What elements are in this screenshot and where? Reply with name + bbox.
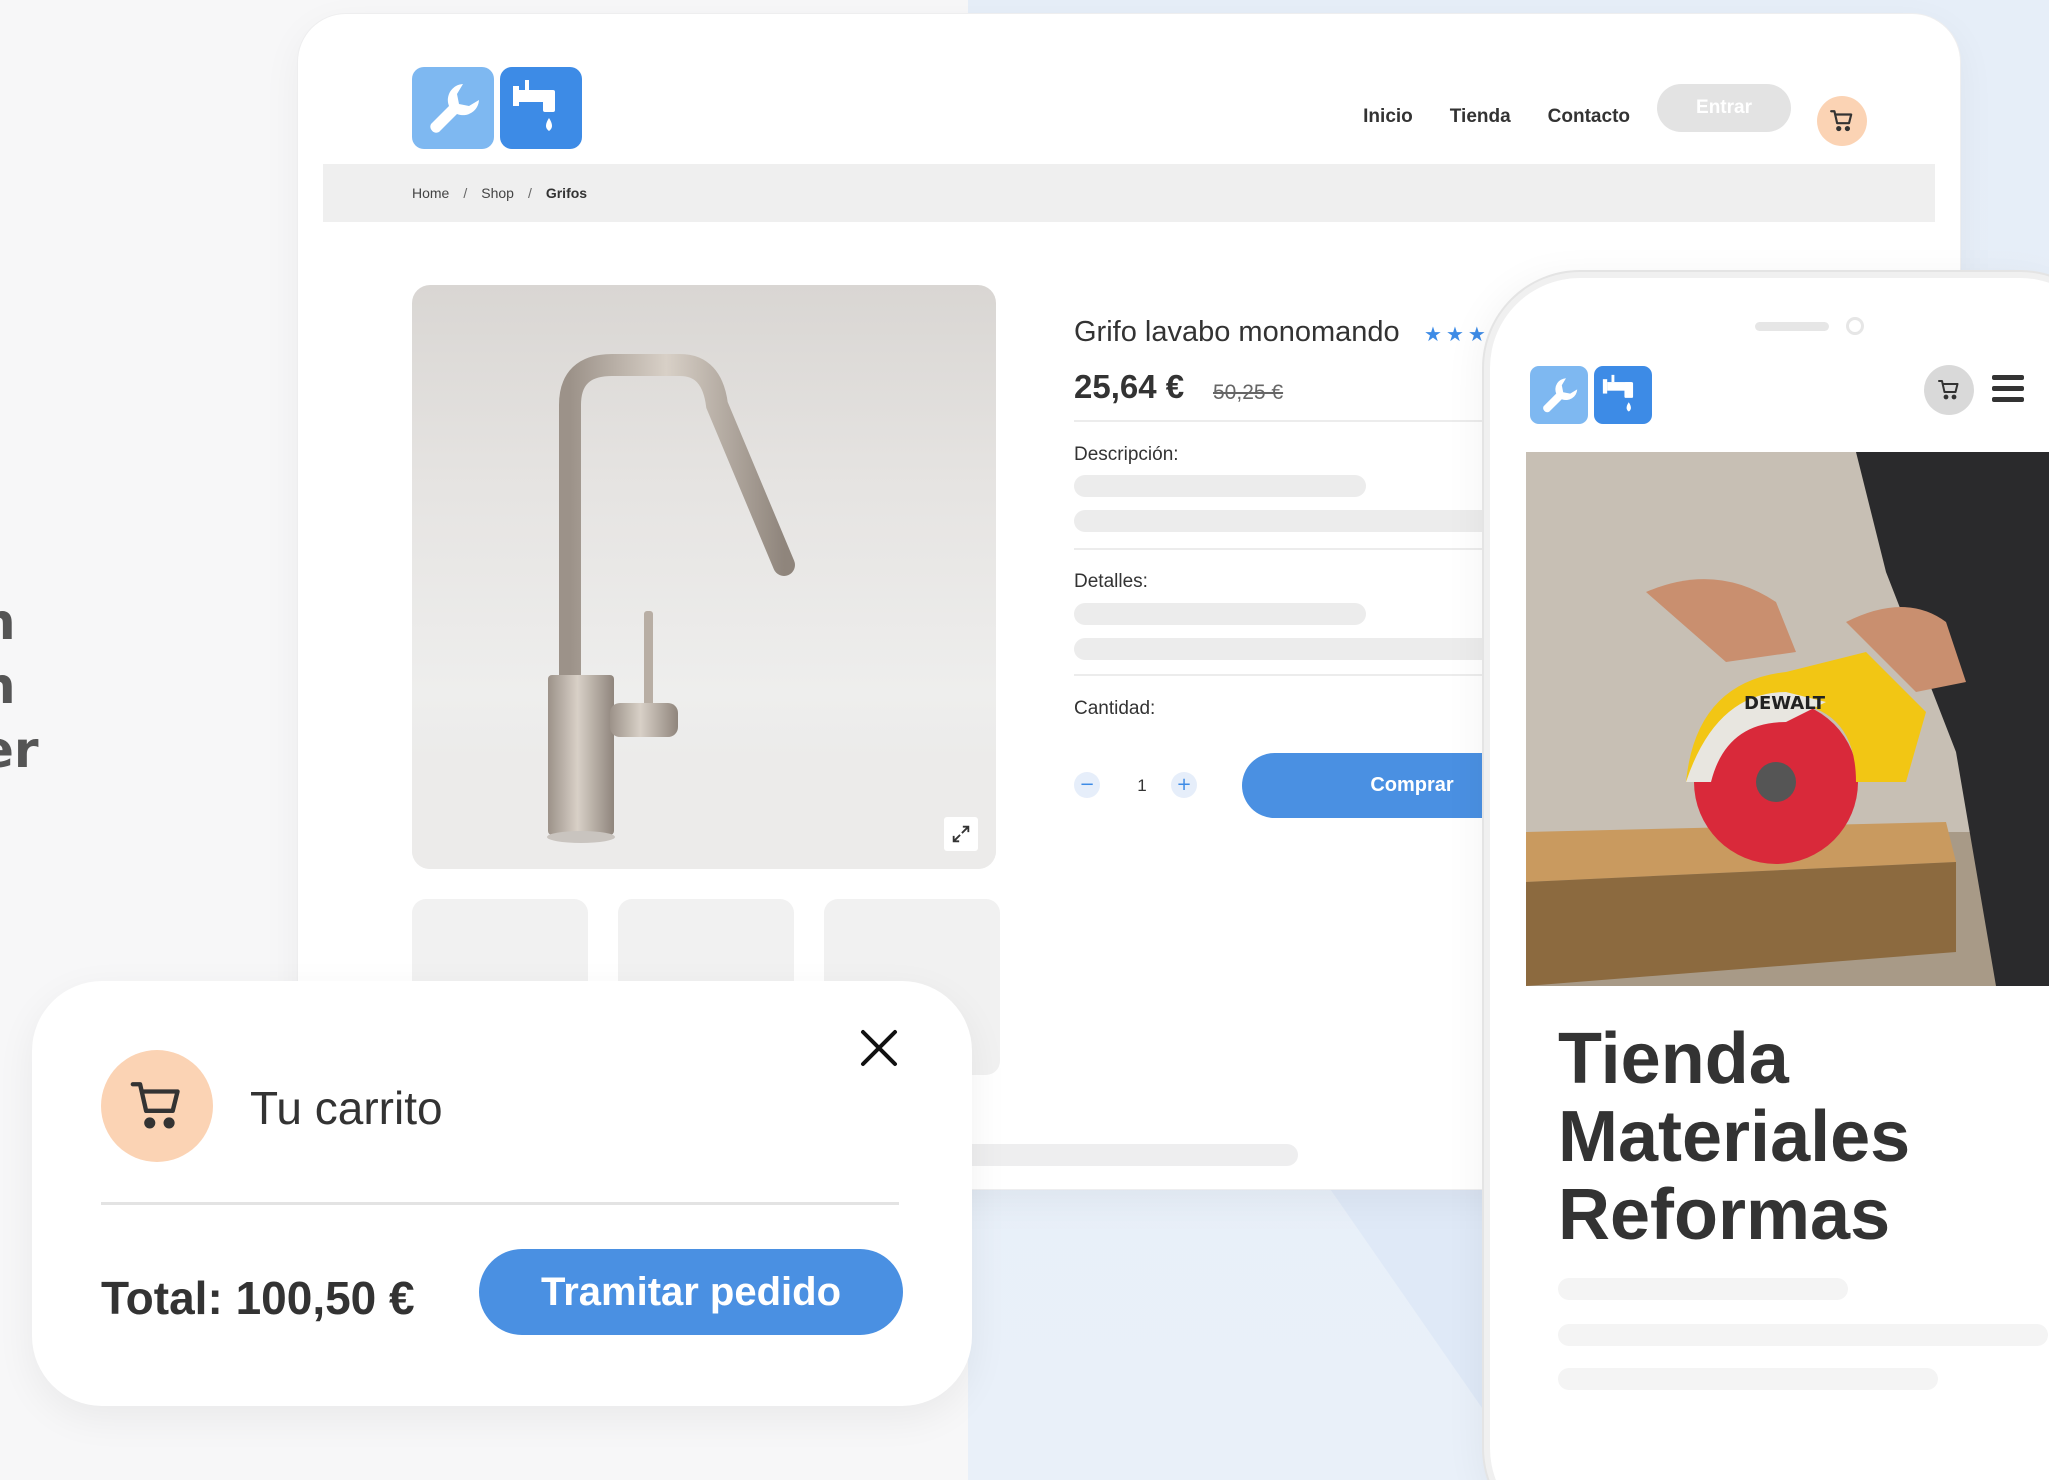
- divider: [101, 1202, 899, 1205]
- nav-inicio[interactable]: Inicio: [1363, 106, 1413, 128]
- side-text-line: n: [0, 654, 39, 718]
- star-icon: ★: [1445, 324, 1464, 346]
- product-image[interactable]: [412, 285, 996, 869]
- description-placeholder: [1074, 475, 1366, 497]
- description-label: Descripción:: [1074, 444, 1179, 465]
- cart-title: Tu carrito: [250, 1082, 443, 1134]
- breadcrumb-current: Grifos: [545, 185, 588, 201]
- site-logo[interactable]: [412, 67, 582, 149]
- site-header: Inicio Tienda Contacto Entrar: [298, 14, 1960, 164]
- breadcrumb-home[interactable]: Home: [412, 185, 449, 201]
- text-placeholder: [1558, 1324, 2048, 1346]
- circular-saw-photo: DEWALT: [1526, 452, 2049, 986]
- expand-button[interactable]: [944, 817, 978, 851]
- cart-total: Total: 100,50 €: [101, 1272, 415, 1324]
- site-logo[interactable]: [1530, 366, 1652, 424]
- checkout-button[interactable]: Tramitar pedido: [479, 1249, 903, 1335]
- wrench-icon: [412, 67, 494, 149]
- scroll-indicator: [948, 1144, 1298, 1166]
- cart-badge: [101, 1050, 213, 1162]
- product-old-price: 50,25 €: [1213, 381, 1284, 404]
- product-title: Grifo lavabo monomando: [1074, 316, 1400, 348]
- star-icon: ★: [1467, 324, 1486, 346]
- expand-icon: [952, 825, 970, 843]
- product-price: 25,64 €: [1074, 368, 1185, 405]
- quantity-decrement-button[interactable]: −: [1074, 772, 1100, 798]
- quantity-increment-button[interactable]: +: [1171, 772, 1197, 798]
- details-placeholder: [1074, 603, 1366, 625]
- breadcrumb-shop[interactable]: Shop: [481, 185, 514, 201]
- mobile-mockup: DEWALT Tienda Materiales Reformas: [1490, 278, 2049, 1480]
- nav-tienda[interactable]: Tienda: [1450, 106, 1511, 128]
- phone-speaker: [1755, 322, 1829, 331]
- hero-title-line: Materiales: [1558, 1097, 1911, 1177]
- cart-popup: Tu carrito Total: 100,50 € Tramitar pedi…: [32, 981, 972, 1406]
- login-button[interactable]: Entrar: [1657, 84, 1791, 132]
- close-button[interactable]: [854, 1023, 904, 1073]
- hero-title-line: Tienda: [1558, 1019, 1789, 1099]
- cart-button[interactable]: [1924, 365, 1974, 415]
- faucet-icon: [500, 67, 582, 149]
- hero-image: DEWALT: [1526, 452, 2049, 986]
- side-text: n n er: [0, 590, 39, 782]
- side-text-line: n: [0, 590, 39, 654]
- text-placeholder: [1558, 1278, 1848, 1300]
- hero-title: Tienda Materiales Reformas: [1558, 1020, 1910, 1254]
- hero-title-line: Reformas: [1558, 1175, 1891, 1255]
- text-placeholder: [1558, 1368, 1938, 1390]
- details-label: Detalles:: [1074, 571, 1148, 592]
- faucet-icon: [1594, 366, 1652, 424]
- quantity-label: Cantidad:: [1074, 698, 1156, 719]
- cart-icon: [1830, 110, 1853, 132]
- menu-icon[interactable]: [1992, 375, 2024, 405]
- star-icon: ★: [1424, 324, 1442, 346]
- close-icon: [861, 1030, 897, 1066]
- faucet-photo: [412, 354, 996, 869]
- main-nav: Inicio Tienda Contacto: [1363, 106, 1630, 128]
- nav-contacto[interactable]: Contacto: [1548, 106, 1630, 128]
- phone-camera: [1846, 317, 1864, 335]
- side-text-line: er: [0, 721, 39, 779]
- cart-icon: [130, 1082, 180, 1129]
- breadcrumb-separator: /: [463, 185, 468, 201]
- quantity-value[interactable]: 1: [1132, 776, 1152, 796]
- breadcrumb-separator: /: [527, 185, 532, 201]
- wrench-icon: [1530, 366, 1588, 424]
- cart-icon: [1938, 380, 1959, 400]
- cart-button[interactable]: [1817, 96, 1867, 146]
- breadcrumb: Home / Shop / Grifos: [323, 164, 1935, 222]
- saw-brand: DEWALT: [1744, 693, 1826, 714]
